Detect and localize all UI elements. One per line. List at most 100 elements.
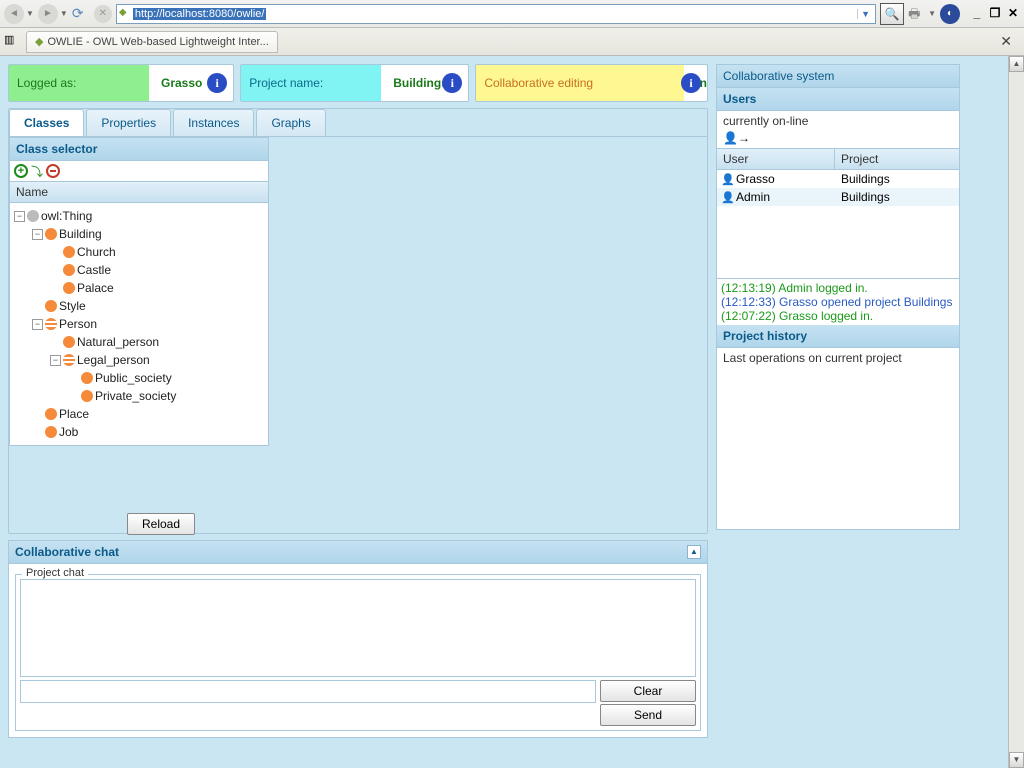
- tree-label: Church: [77, 245, 116, 259]
- class-icon: [63, 282, 75, 294]
- minimize-button[interactable]: _: [970, 7, 984, 21]
- class-icon: [45, 408, 57, 420]
- tab-instances[interactable]: Instances: [173, 109, 254, 136]
- tree-label: Person: [59, 317, 97, 331]
- history-header: Project history: [717, 325, 959, 348]
- tree-node[interactable]: Private_society: [14, 387, 264, 405]
- tree-node[interactable]: Style: [14, 297, 264, 315]
- user-column: User: [717, 149, 835, 169]
- info-strip: Logged as: Grasso i Project name: Buildi…: [8, 64, 708, 102]
- class-icon: [63, 246, 75, 258]
- chat-input[interactable]: [20, 680, 596, 703]
- class-icon: [45, 426, 57, 438]
- stop-icon[interactable]: ✕: [94, 5, 112, 23]
- log-entry: (12:07:22) Grasso logged in.: [721, 309, 955, 323]
- collab-system-title: Collaborative system: [717, 65, 959, 88]
- logged-as-label: Logged as:: [9, 65, 149, 101]
- info-icon[interactable]: i: [442, 73, 462, 93]
- address-bar[interactable]: ◆ http://localhost:8080/owlie/ ▼: [116, 4, 876, 24]
- fieldset-legend: Project chat: [22, 567, 88, 579]
- tab-graphs[interactable]: Graphs: [256, 109, 325, 136]
- add-class-icon[interactable]: +: [14, 164, 28, 178]
- send-button[interactable]: Send: [600, 704, 696, 726]
- back-menu-icon[interactable]: ▼: [26, 9, 34, 18]
- logged-as-box: Logged as: Grasso i: [8, 64, 234, 102]
- collapse-icon[interactable]: ▲: [687, 545, 701, 559]
- class-icon: [63, 264, 75, 276]
- tree-label: Style: [59, 299, 86, 313]
- user-row[interactable]: 👤GrassoBuildings: [717, 170, 959, 188]
- back-button[interactable]: ◄: [4, 4, 24, 24]
- tree-node[interactable]: Palace: [14, 279, 264, 297]
- tree-node[interactable]: − Legal_person: [14, 351, 264, 369]
- browser-tab[interactable]: ◆ OWLIE - OWL Web-based Lightweight Inte…: [26, 31, 278, 53]
- collapse-icon[interactable]: −: [14, 211, 25, 222]
- tab-close-icon[interactable]: ✕: [1000, 33, 1012, 50]
- chat-panel: Collaborative chat ▲ Project chat Clear …: [8, 540, 708, 738]
- add-subclass-icon[interactable]: ⤵: [30, 164, 44, 178]
- tree-node[interactable]: −owl:Thing: [14, 207, 264, 225]
- globe-icon[interactable]: ◐: [940, 4, 960, 24]
- project-name-box: Project name: Buildings i: [240, 64, 469, 102]
- user-project: Buildings: [835, 188, 959, 206]
- collab-editing-label: Collaborative editing: [476, 65, 684, 101]
- user-name: Admin: [736, 190, 770, 204]
- tree-node[interactable]: Job: [14, 423, 264, 441]
- tree-node[interactable]: −Building: [14, 225, 264, 243]
- collapse-icon[interactable]: −: [32, 229, 43, 240]
- chat-display: [20, 579, 696, 677]
- maximize-button[interactable]: ❐: [988, 7, 1002, 21]
- tree-node[interactable]: Place: [14, 405, 264, 423]
- remove-class-icon[interactable]: [46, 164, 60, 178]
- user-icon: 👤: [721, 191, 733, 203]
- class-icon: [45, 318, 57, 330]
- url-text: http://localhost:8080/owlie/: [133, 8, 267, 20]
- tree-label: Castle: [77, 263, 111, 277]
- tree-label: Palace: [77, 281, 114, 295]
- collapse-icon[interactable]: −: [32, 319, 43, 330]
- tree-node[interactable]: − Person: [14, 315, 264, 333]
- project-name-label: Project name:: [241, 65, 381, 101]
- tab-properties[interactable]: Properties: [86, 109, 171, 136]
- main-tabs: Classes Properties Instances Graphs: [9, 109, 707, 137]
- collapse-icon[interactable]: −: [50, 355, 61, 366]
- vertical-scrollbar[interactable]: ▲ ▼: [1008, 56, 1024, 768]
- info-icon[interactable]: i: [207, 73, 227, 93]
- print-menu-icon[interactable]: ▼: [928, 9, 936, 18]
- info-icon[interactable]: i: [681, 73, 701, 93]
- scroll-down-icon[interactable]: ▼: [1009, 752, 1024, 768]
- search-button[interactable]: 🔍: [880, 3, 904, 25]
- tree-label: Job: [59, 425, 78, 439]
- project-column: Project: [835, 149, 959, 169]
- project-name-value: Buildings: [381, 76, 448, 90]
- history-text: Last operations on current project: [717, 348, 959, 529]
- clear-button[interactable]: Clear: [600, 680, 696, 702]
- class-icon: [45, 228, 57, 240]
- tree-label: Legal_person: [77, 353, 150, 367]
- name-column-header: Name: [10, 181, 268, 203]
- scroll-up-icon[interactable]: ▲: [1009, 56, 1024, 72]
- activity-log: (12:13:19) Admin logged in.(12:12:33) Gr…: [717, 278, 959, 325]
- users-header: Users: [717, 88, 959, 111]
- tree-label: Place: [59, 407, 89, 421]
- user-row[interactable]: 👤Admin Buildings: [717, 188, 959, 206]
- close-button[interactable]: ✕: [1006, 7, 1020, 21]
- forward-menu-icon[interactable]: ▼: [60, 9, 68, 18]
- forward-button[interactable]: ►: [38, 4, 58, 24]
- reload-button[interactable]: Reload: [127, 513, 195, 535]
- tree-node[interactable]: Public_society: [14, 369, 264, 387]
- url-dropdown-icon[interactable]: ▼: [857, 9, 873, 19]
- tree-node[interactable]: Church: [14, 243, 264, 261]
- class-icon: [81, 372, 93, 384]
- tab-title: OWLIE - OWL Web-based Lightweight Inter.…: [47, 36, 268, 48]
- user-name: Grasso: [736, 172, 775, 186]
- reload-icon[interactable]: ⟳: [72, 5, 90, 23]
- new-tab-icon[interactable]: ▥: [4, 33, 22, 51]
- print-icon[interactable]: 🖶: [908, 5, 926, 23]
- tree-node[interactable]: Castle: [14, 261, 264, 279]
- class-icon: [27, 210, 39, 222]
- tab-classes[interactable]: Classes: [9, 109, 84, 136]
- tree-node[interactable]: Natural_person: [14, 333, 264, 351]
- class-tree: −owl:Thing −Building Church Castle Palac…: [10, 203, 268, 445]
- class-selector-title: Class selector: [10, 138, 268, 161]
